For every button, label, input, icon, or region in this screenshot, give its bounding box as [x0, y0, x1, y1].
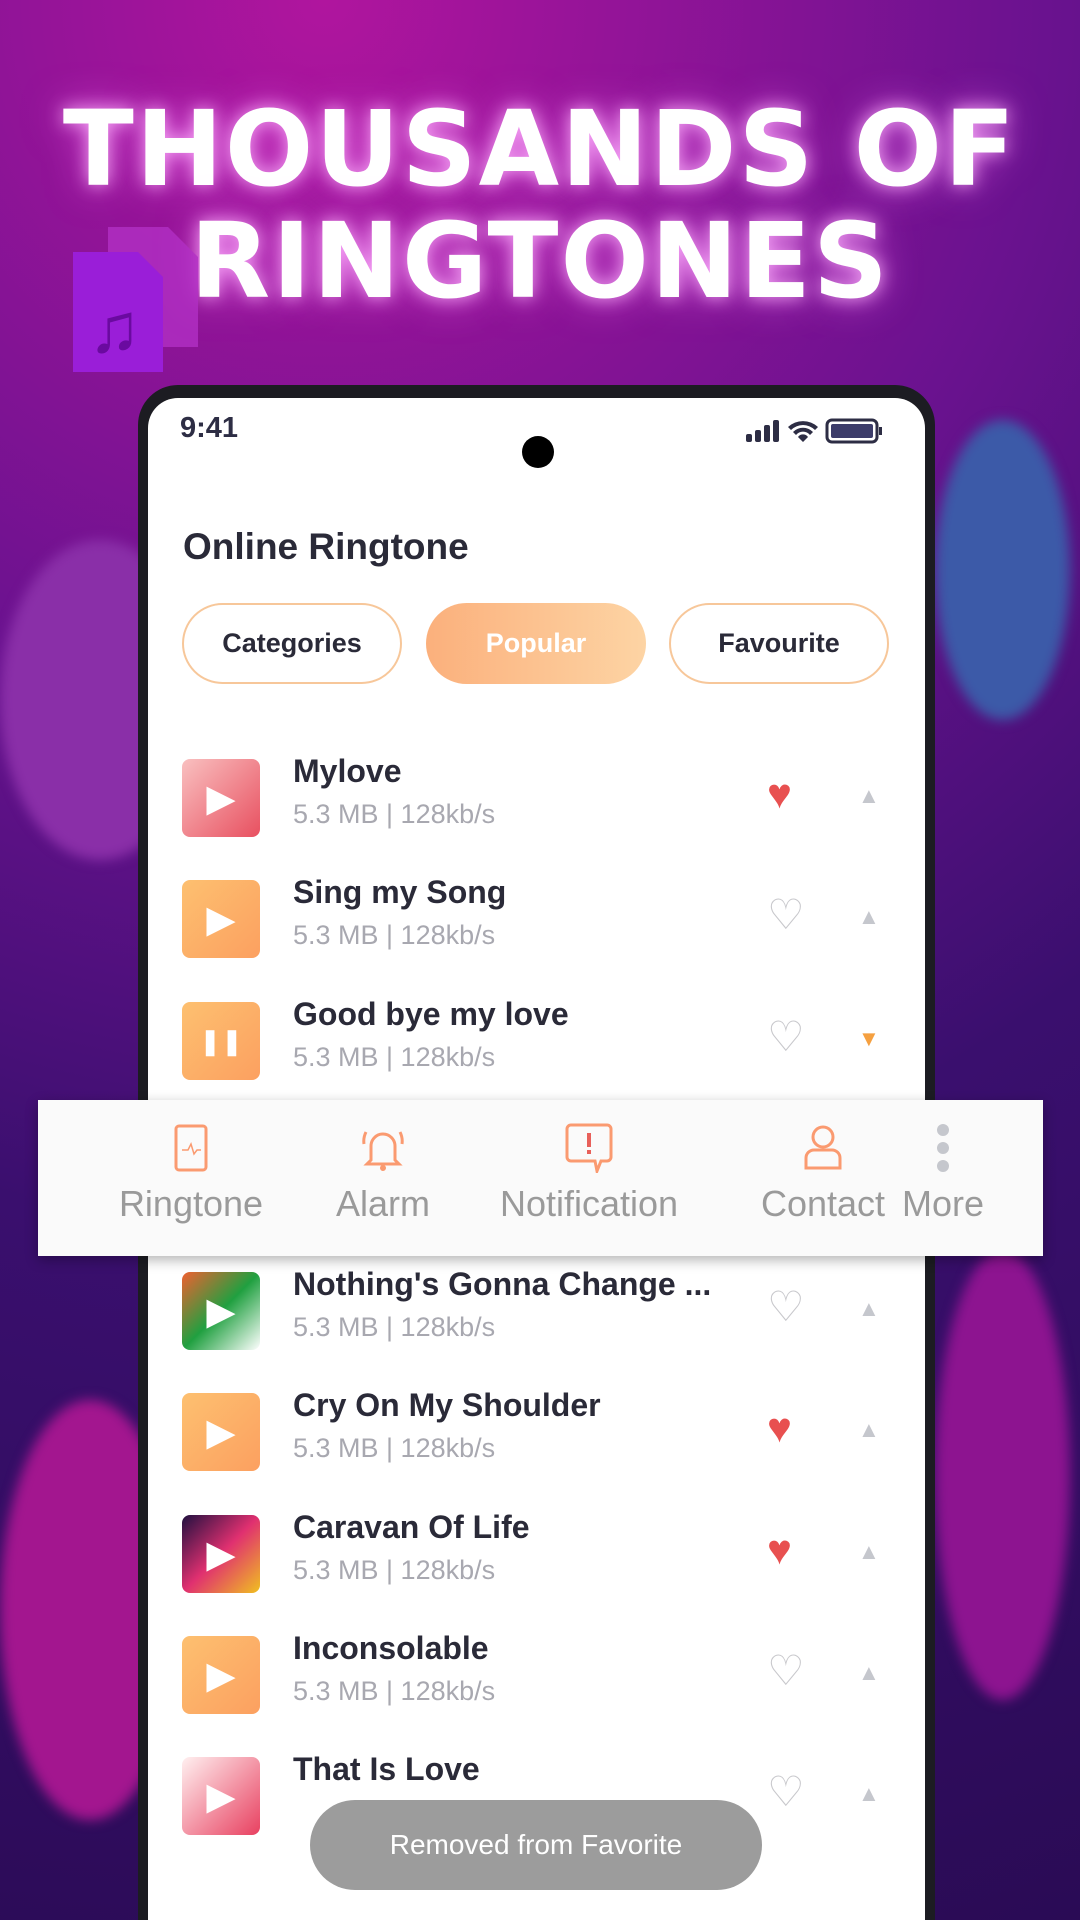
play-icon: ▶	[206, 777, 236, 820]
play-icon: ▶	[206, 1290, 236, 1333]
expand-arrow-icon[interactable]: ▲	[858, 1539, 880, 1565]
bell-icon	[362, 1130, 404, 1171]
ringtone-row[interactable]: ▶ Sing my Song 5.3 MB | 128kb/s ♡ ▲	[182, 874, 902, 960]
svg-text:♫: ♫	[88, 289, 141, 367]
ringtone-info: 5.3 MB | 128kb/s	[293, 920, 496, 950]
ringtone-info: 5.3 MB | 128kb/s	[293, 1433, 496, 1463]
ringtone-name: That Is Love	[293, 1751, 480, 1787]
play-button[interactable]: ▶	[182, 1757, 260, 1835]
play-button[interactable]: ▶	[182, 1515, 260, 1593]
play-button[interactable]: ▶	[182, 1272, 260, 1350]
pause-icon: ❚❚	[199, 1025, 243, 1056]
play-icon: ▶	[206, 1654, 236, 1697]
favorite-heart-icon[interactable]: ♡	[767, 894, 805, 936]
ringtone-name: Nothing's Gonna Change ...	[293, 1266, 712, 1302]
ringtone-name: Caravan Of Life	[293, 1509, 530, 1545]
bg-blob	[935, 420, 1070, 720]
ringtone-row[interactable]: ▶ Caravan Of Life 5.3 MB | 128kb/s ♥ ▲	[182, 1509, 902, 1595]
ringtone-name: Good bye my love	[293, 996, 569, 1032]
alert-message-icon	[565, 1123, 613, 1173]
ringtone-name: Inconsolable	[293, 1630, 489, 1666]
music-file-icon: ♫	[73, 227, 198, 372]
menu-alarm-label: Alarm	[335, 1183, 430, 1224]
ringtone-row[interactable]: ▶ Mylove 5.3 MB | 128kb/s ♥ ▲	[182, 753, 902, 839]
expand-arrow-icon[interactable]: ▲	[858, 1296, 880, 1322]
headline-line1: THOUSANDS OF	[62, 88, 1018, 210]
expand-arrow-icon[interactable]: ▲	[858, 904, 880, 930]
person-icon	[804, 1125, 842, 1169]
play-icon: ▶	[206, 1411, 236, 1454]
status-icons	[746, 418, 882, 444]
ringtone-row[interactable]: ▶ Nothing's Gonna Change ... 5.3 MB | 12…	[182, 1266, 902, 1352]
ringtone-row[interactable]: ▶ Inconsolable 5.3 MB | 128kb/s ♡ ▲	[182, 1630, 902, 1716]
play-icon: ▶	[206, 1775, 236, 1818]
play-button[interactable]: ▶	[182, 759, 260, 837]
collapse-arrow-icon[interactable]: ▼	[858, 1026, 880, 1052]
menu-more-label: More	[901, 1183, 985, 1224]
battery-icon	[825, 418, 882, 444]
ringtone-info: 5.3 MB | 128kb/s	[293, 1676, 496, 1706]
more-vertical-icon	[937, 1123, 949, 1172]
menu-ringtone-label: Ringtone	[118, 1183, 264, 1224]
ringtone-info: 5.3 MB | 128kb/s	[293, 1312, 496, 1342]
expand-arrow-icon[interactable]: ▲	[858, 1417, 880, 1443]
favorite-heart-icon[interactable]: ♥	[767, 1529, 792, 1571]
ringtone-info: 5.3 MB | 128kb/s	[293, 1555, 496, 1585]
ringtone-name: Mylove	[293, 753, 402, 789]
signal-icon	[746, 420, 779, 442]
tab-favourite[interactable]: Favourite	[669, 603, 889, 684]
favorite-heart-icon[interactable]: ♡	[767, 1771, 805, 1813]
wifi-icon	[788, 421, 818, 442]
menu-ringtone[interactable]: Ringtone	[96, 1120, 286, 1225]
favorite-heart-icon[interactable]: ♥	[767, 1407, 792, 1449]
play-icon: ▶	[206, 1533, 236, 1576]
play-icon: ▶	[206, 898, 236, 941]
expand-arrow-icon[interactable]: ▲	[858, 1660, 880, 1686]
favorite-heart-icon[interactable]: ♡	[767, 1286, 805, 1328]
status-time: 9:41	[180, 412, 239, 444]
favorite-heart-icon[interactable]: ♥	[767, 773, 792, 815]
menu-more[interactable]: More	[848, 1120, 1038, 1225]
expand-arrow-icon[interactable]: ▲	[858, 783, 880, 809]
set-as-menu: Ringtone Alarm Notification Contact More	[38, 1100, 1043, 1256]
phone-icon	[174, 1124, 208, 1171]
ringtone-info: 5.3 MB | 128kb/s	[293, 1042, 496, 1072]
tab-categories[interactable]: Categories	[182, 603, 402, 684]
ringtone-info: 5.3 MB | 128kb/s	[293, 799, 496, 829]
play-button[interactable]: ▶	[182, 1636, 260, 1714]
page-title: Online Ringtone	[183, 526, 469, 567]
bg-blob	[935, 1250, 1070, 1700]
menu-notification-label: Notification	[499, 1183, 679, 1224]
camera-hole	[522, 436, 554, 468]
ringtone-row[interactable]: ▶ Cry On My Shoulder 5.3 MB | 128kb/s ♥ …	[182, 1387, 902, 1473]
play-button[interactable]: ▶	[182, 1393, 260, 1471]
pause-button[interactable]: ❚❚	[182, 1002, 260, 1080]
expand-arrow-icon[interactable]: ▲	[858, 1781, 880, 1807]
favorite-heart-icon[interactable]: ♡	[767, 1650, 805, 1692]
ringtone-name: Sing my Song	[293, 874, 507, 910]
ringtone-row[interactable]: ❚❚ Good bye my love 5.3 MB | 128kb/s ♡ ▼	[182, 996, 902, 1082]
play-button[interactable]: ▶	[182, 880, 260, 958]
tab-popular[interactable]: Popular	[426, 603, 646, 684]
favorite-heart-icon[interactable]: ♡	[767, 1016, 805, 1058]
toast-message: Removed from Favorite	[310, 1800, 762, 1890]
ringtone-name: Cry On My Shoulder	[293, 1387, 601, 1423]
menu-notification[interactable]: Notification	[494, 1120, 684, 1225]
menu-alarm[interactable]: Alarm	[288, 1120, 478, 1225]
